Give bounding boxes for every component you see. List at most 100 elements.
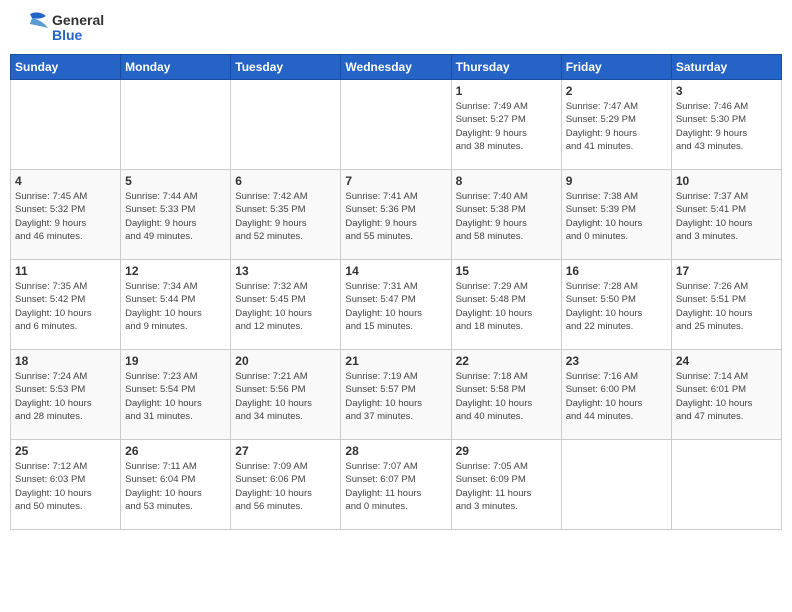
page-header: General Blue <box>10 10 782 46</box>
calendar-cell: 7 Sunrise: 7:41 AM Sunset: 5:36 PM Daylig… <box>341 170 451 260</box>
calendar-cell: 16 Sunrise: 7:28 AM Sunset: 5:50 PM Dayli… <box>561 260 671 350</box>
col-saturday: Saturday <box>671 55 781 80</box>
day-number: 9 <box>566 174 667 188</box>
day-number: 8 <box>456 174 557 188</box>
day-info: Sunrise: 7:49 AM Sunset: 5:27 PM Dayligh… <box>456 100 557 153</box>
day-info: Sunrise: 7:34 AM Sunset: 5:44 PM Dayligh… <box>125 280 226 333</box>
day-number: 24 <box>676 354 777 368</box>
calendar-header-row: Sunday Monday Tuesday Wednesday Thursday… <box>11 55 782 80</box>
calendar-cell: 5Sunrise: 7:44 AM Sunset: 5:33 PM Daylig… <box>121 170 231 260</box>
calendar-cell: 13 Sunrise: 7:32 AM Sunset: 5:45 PM Dayli… <box>231 260 341 350</box>
calendar-cell: 14 Sunrise: 7:31 AM Sunset: 5:47 PM Dayli… <box>341 260 451 350</box>
logo-blue-text: Blue <box>52 28 104 43</box>
day-number: 18 <box>15 354 116 368</box>
calendar-cell: 24 Sunrise: 7:14 AM Sunset: 6:01 PM Dayli… <box>671 350 781 440</box>
calendar-cell: 3Sunrise: 7:46 AM Sunset: 5:30 PM Daylig… <box>671 80 781 170</box>
day-info: Sunrise: 7:09 AM Sunset: 6:06 PM Dayligh… <box>235 460 336 513</box>
calendar-week-row: 11Sunrise: 7:35 AM Sunset: 5:42 PM Dayli… <box>11 260 782 350</box>
day-number: 29 <box>456 444 557 458</box>
day-number: 2 <box>566 84 667 98</box>
day-number: 15 <box>456 264 557 278</box>
calendar-cell <box>561 440 671 530</box>
day-info: Sunrise: 7:40 AM Sunset: 5:38 PM Dayligh… <box>456 190 557 243</box>
day-info: Sunrise: 7:19 AM Sunset: 5:57 PM Dayligh… <box>345 370 446 423</box>
day-info: Sunrise: 7:24 AM Sunset: 5:53 PM Dayligh… <box>15 370 116 423</box>
day-number: 14 <box>345 264 446 278</box>
calendar-week-row: 1 Sunrise: 7:49 AM Sunset: 5:27 PM Daylig… <box>11 80 782 170</box>
day-info: Sunrise: 7:21 AM Sunset: 5:56 PM Dayligh… <box>235 370 336 423</box>
day-info: Sunrise: 7:37 AM Sunset: 5:41 PM Dayligh… <box>676 190 777 243</box>
day-info: Sunrise: 7:18 AM Sunset: 5:58 PM Dayligh… <box>456 370 557 423</box>
day-info: Sunrise: 7:38 AM Sunset: 5:39 PM Dayligh… <box>566 190 667 243</box>
day-number: 26 <box>125 444 226 458</box>
day-info: Sunrise: 7:05 AM Sunset: 6:09 PM Dayligh… <box>456 460 557 513</box>
calendar-cell: 17Sunrise: 7:26 AM Sunset: 5:51 PM Dayli… <box>671 260 781 350</box>
calendar-cell: 20 Sunrise: 7:21 AM Sunset: 5:56 PM Dayli… <box>231 350 341 440</box>
calendar-table: Sunday Monday Tuesday Wednesday Thursday… <box>10 54 782 530</box>
calendar-cell: 25 Sunrise: 7:12 AM Sunset: 6:03 PM Dayli… <box>11 440 121 530</box>
day-number: 22 <box>456 354 557 368</box>
day-info: Sunrise: 7:47 AM Sunset: 5:29 PM Dayligh… <box>566 100 667 153</box>
day-number: 25 <box>15 444 116 458</box>
col-thursday: Thursday <box>451 55 561 80</box>
day-info: Sunrise: 7:32 AM Sunset: 5:45 PM Dayligh… <box>235 280 336 333</box>
day-info: Sunrise: 7:45 AM Sunset: 5:32 PM Dayligh… <box>15 190 116 243</box>
calendar-week-row: 18 Sunrise: 7:24 AM Sunset: 5:53 PM Dayli… <box>11 350 782 440</box>
calendar-body: 1 Sunrise: 7:49 AM Sunset: 5:27 PM Daylig… <box>11 80 782 530</box>
calendar-cell: 19 Sunrise: 7:23 AM Sunset: 5:54 PM Dayli… <box>121 350 231 440</box>
day-number: 7 <box>345 174 446 188</box>
calendar-cell: 12Sunrise: 7:34 AM Sunset: 5:44 PM Dayli… <box>121 260 231 350</box>
day-info: Sunrise: 7:23 AM Sunset: 5:54 PM Dayligh… <box>125 370 226 423</box>
day-number: 27 <box>235 444 336 458</box>
day-number: 16 <box>566 264 667 278</box>
day-number: 21 <box>345 354 446 368</box>
day-number: 6 <box>235 174 336 188</box>
col-friday: Friday <box>561 55 671 80</box>
calendar-cell: 29 Sunrise: 7:05 AM Sunset: 6:09 PM Dayli… <box>451 440 561 530</box>
calendar-cell: 8 Sunrise: 7:40 AM Sunset: 5:38 PM Daylig… <box>451 170 561 260</box>
calendar-cell: 11Sunrise: 7:35 AM Sunset: 5:42 PM Dayli… <box>11 260 121 350</box>
calendar-cell: 9 Sunrise: 7:38 AM Sunset: 5:39 PM Daylig… <box>561 170 671 260</box>
logo: General Blue <box>10 10 104 46</box>
calendar-week-row: 4 Sunrise: 7:45 AM Sunset: 5:32 PM Daylig… <box>11 170 782 260</box>
day-info: Sunrise: 7:14 AM Sunset: 6:01 PM Dayligh… <box>676 370 777 423</box>
calendar-cell: 28Sunrise: 7:07 AM Sunset: 6:07 PM Dayli… <box>341 440 451 530</box>
calendar-cell <box>121 80 231 170</box>
col-monday: Monday <box>121 55 231 80</box>
day-info: Sunrise: 7:11 AM Sunset: 6:04 PM Dayligh… <box>125 460 226 513</box>
calendar-cell: 15 Sunrise: 7:29 AM Sunset: 5:48 PM Dayli… <box>451 260 561 350</box>
day-number: 28 <box>345 444 446 458</box>
calendar-cell: 21 Sunrise: 7:19 AM Sunset: 5:57 PM Dayli… <box>341 350 451 440</box>
calendar-cell: 23Sunrise: 7:16 AM Sunset: 6:00 PM Dayli… <box>561 350 671 440</box>
day-info: Sunrise: 7:12 AM Sunset: 6:03 PM Dayligh… <box>15 460 116 513</box>
day-number: 23 <box>566 354 667 368</box>
day-number: 19 <box>125 354 226 368</box>
calendar-cell: 22 Sunrise: 7:18 AM Sunset: 5:58 PM Dayli… <box>451 350 561 440</box>
day-info: Sunrise: 7:29 AM Sunset: 5:48 PM Dayligh… <box>456 280 557 333</box>
calendar-cell <box>231 80 341 170</box>
calendar-cell <box>671 440 781 530</box>
day-number: 4 <box>15 174 116 188</box>
day-number: 1 <box>456 84 557 98</box>
calendar-cell: 4 Sunrise: 7:45 AM Sunset: 5:32 PM Daylig… <box>11 170 121 260</box>
day-info: Sunrise: 7:35 AM Sunset: 5:42 PM Dayligh… <box>15 280 116 333</box>
calendar-week-row: 25 Sunrise: 7:12 AM Sunset: 6:03 PM Dayli… <box>11 440 782 530</box>
day-number: 13 <box>235 264 336 278</box>
day-number: 3 <box>676 84 777 98</box>
calendar-cell: 1 Sunrise: 7:49 AM Sunset: 5:27 PM Daylig… <box>451 80 561 170</box>
calendar-cell: 18 Sunrise: 7:24 AM Sunset: 5:53 PM Dayli… <box>11 350 121 440</box>
day-info: Sunrise: 7:28 AM Sunset: 5:50 PM Dayligh… <box>566 280 667 333</box>
calendar-cell: 6 Sunrise: 7:42 AM Sunset: 5:35 PM Daylig… <box>231 170 341 260</box>
calendar-cell: 26 Sunrise: 7:11 AM Sunset: 6:04 PM Dayli… <box>121 440 231 530</box>
day-number: 10 <box>676 174 777 188</box>
day-number: 17 <box>676 264 777 278</box>
day-info: Sunrise: 7:31 AM Sunset: 5:47 PM Dayligh… <box>345 280 446 333</box>
col-sunday: Sunday <box>11 55 121 80</box>
day-number: 20 <box>235 354 336 368</box>
calendar-cell <box>341 80 451 170</box>
day-info: Sunrise: 7:42 AM Sunset: 5:35 PM Dayligh… <box>235 190 336 243</box>
col-wednesday: Wednesday <box>341 55 451 80</box>
logo-svg <box>10 10 50 46</box>
day-info: Sunrise: 7:41 AM Sunset: 5:36 PM Dayligh… <box>345 190 446 243</box>
day-info: Sunrise: 7:44 AM Sunset: 5:33 PM Dayligh… <box>125 190 226 243</box>
